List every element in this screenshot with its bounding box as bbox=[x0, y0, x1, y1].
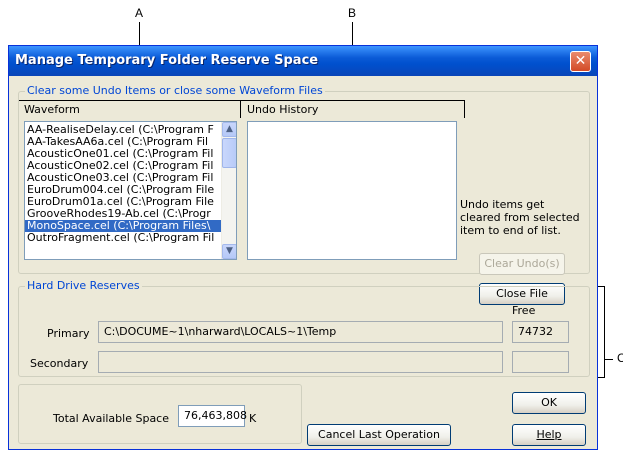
waveform-header-divider bbox=[240, 100, 241, 118]
secondary-label: Secondary bbox=[30, 357, 89, 370]
waveform-header-top bbox=[19, 100, 241, 101]
callout-a: A bbox=[135, 6, 144, 20]
undo-header: Undo History bbox=[247, 103, 319, 116]
scroll-up-button[interactable]: ▲ bbox=[222, 122, 236, 137]
help-button[interactable]: Help bbox=[512, 424, 586, 446]
callout-c: C bbox=[617, 351, 623, 365]
undo-history-list[interactable] bbox=[247, 121, 457, 260]
total-space-label: Total Available Space bbox=[53, 412, 169, 425]
total-space-field: 76,463,808 bbox=[178, 405, 247, 427]
ok-button[interactable]: OK bbox=[512, 392, 586, 414]
primary-path-field: C:\DOCUME~1\nharward\LOCALS~1\Temp bbox=[98, 321, 503, 343]
waveform-scrollbar[interactable]: ▲ ▼ bbox=[221, 122, 236, 259]
window-title: Manage Temporary Folder Reserve Space bbox=[15, 53, 319, 68]
total-space-box: Total Available Space 76,463,808 K bbox=[18, 384, 302, 444]
hard-drive-group: Hard Drive Reserves Free Primary C:\DOCU… bbox=[18, 279, 590, 377]
primary-free-field: 74732 bbox=[512, 321, 569, 343]
close-icon: ✕ bbox=[574, 53, 587, 69]
secondary-free-field bbox=[512, 351, 569, 373]
undo-note: Undo items get cleared from selected ite… bbox=[460, 198, 580, 237]
dialog-window: Manage Temporary Folder Reserve Space ✕ … bbox=[8, 45, 598, 450]
hard-drive-legend: Hard Drive Reserves bbox=[25, 279, 142, 292]
chevron-down-icon: ▼ bbox=[226, 246, 233, 256]
callout-b: B bbox=[348, 6, 357, 20]
scroll-thumb[interactable] bbox=[222, 138, 236, 168]
help-button-label: Help bbox=[536, 428, 562, 441]
callout-c-bracket bbox=[604, 286, 605, 378]
close-button[interactable]: ✕ bbox=[570, 51, 591, 72]
undo-header-right bbox=[464, 100, 465, 118]
cancel-last-operation-button[interactable]: Cancel Last Operation bbox=[307, 424, 451, 446]
secondary-path-field bbox=[98, 351, 503, 373]
callout-c-bracket-bottom bbox=[598, 377, 605, 378]
waveform-header: Waveform bbox=[24, 103, 80, 116]
undo-header-top bbox=[241, 100, 465, 101]
clear-undo-group: Clear some Undo Items or close some Wave… bbox=[18, 84, 590, 305]
total-space-unit: K bbox=[249, 412, 257, 425]
waveform-list[interactable]: AA-RealiseDelay.cel (C:\Program F AA-Take… bbox=[24, 121, 237, 260]
callout-c-bracket-top bbox=[598, 286, 605, 287]
free-header: Free bbox=[512, 304, 536, 317]
callout-c-tick bbox=[604, 359, 613, 360]
clear-undo-button[interactable]: Clear Undo(s) bbox=[479, 253, 565, 275]
scroll-down-button[interactable]: ▼ bbox=[222, 244, 236, 259]
waveform-list-item[interactable]: OutroFragment.cel (C:\Program Fil bbox=[25, 232, 236, 244]
title-bar[interactable]: Manage Temporary Folder Reserve Space ✕ bbox=[9, 46, 597, 76]
primary-label: Primary bbox=[47, 327, 90, 340]
clear-undo-legend: Clear some Undo Items or close some Wave… bbox=[25, 84, 325, 97]
chevron-up-icon: ▲ bbox=[226, 124, 233, 134]
